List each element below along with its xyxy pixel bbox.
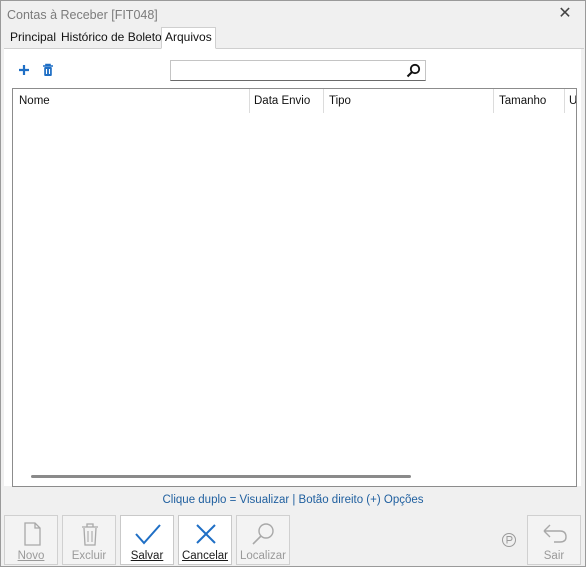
salvar-label: Salvar: [130, 550, 164, 562]
sair-button[interactable]: Sair: [527, 515, 581, 565]
search-input[interactable]: [173, 62, 405, 79]
plus-icon[interactable]: [16, 62, 32, 78]
window: Contas à Receber [FIT048] ✕ Principal Hi…: [0, 0, 586, 567]
exit-arrow-icon: [541, 520, 569, 548]
column-header-tamanho[interactable]: Tamanho: [493, 89, 565, 113]
trash-icon: [76, 520, 104, 548]
tab-principal[interactable]: Principal: [7, 28, 59, 47]
tab-historico-boletos[interactable]: Histórico de Boletos: [58, 28, 171, 47]
excluir-button[interactable]: Excluir: [62, 515, 116, 565]
checkmark-icon: [134, 520, 162, 548]
search-icon[interactable]: [406, 63, 421, 78]
close-icon[interactable]: ✕: [555, 4, 575, 24]
hint-text: Clique duplo = Visualizar | Botão direit…: [162, 494, 424, 506]
column-header-tipo[interactable]: Tipo: [323, 89, 494, 113]
cancelar-button[interactable]: Cancelar: [178, 515, 232, 565]
salvar-button[interactable]: Salvar: [120, 515, 174, 565]
files-table[interactable]: Nome Data Envio Tipo Tamanho U: [12, 88, 577, 487]
horizontal-scrollbar[interactable]: [31, 475, 411, 478]
novo-button[interactable]: Novo: [4, 515, 58, 565]
title-bar: Contas à Receber [FIT048] ✕: [1, 1, 585, 29]
arquivos-panel: Nome Data Envio Tipo Tamanho U: [4, 49, 581, 487]
column-header-data-envio[interactable]: Data Envio: [248, 89, 324, 113]
sair-label: Sair: [543, 550, 565, 562]
cancel-x-icon: [192, 520, 220, 548]
excluir-label: Excluir: [71, 550, 107, 562]
tab-arquivos[interactable]: Arquivos: [161, 27, 216, 49]
cancelar-label: Cancelar: [181, 550, 229, 562]
window-title: Contas à Receber [FIT048]: [7, 8, 158, 22]
registered-icon: [501, 532, 517, 548]
search-icon: [250, 520, 278, 548]
column-header-nome[interactable]: Nome: [13, 89, 250, 113]
novo-label: Novo: [17, 550, 45, 562]
new-document-icon: [18, 520, 46, 548]
column-header-u[interactable]: U: [563, 89, 576, 113]
tab-strip: Principal Histórico de Boletos Arquivos: [4, 27, 584, 49]
localizar-button[interactable]: Localizar: [236, 515, 290, 565]
localizar-label: Localizar: [239, 550, 287, 562]
trash-icon[interactable]: [40, 62, 56, 78]
search-field[interactable]: [170, 60, 426, 81]
